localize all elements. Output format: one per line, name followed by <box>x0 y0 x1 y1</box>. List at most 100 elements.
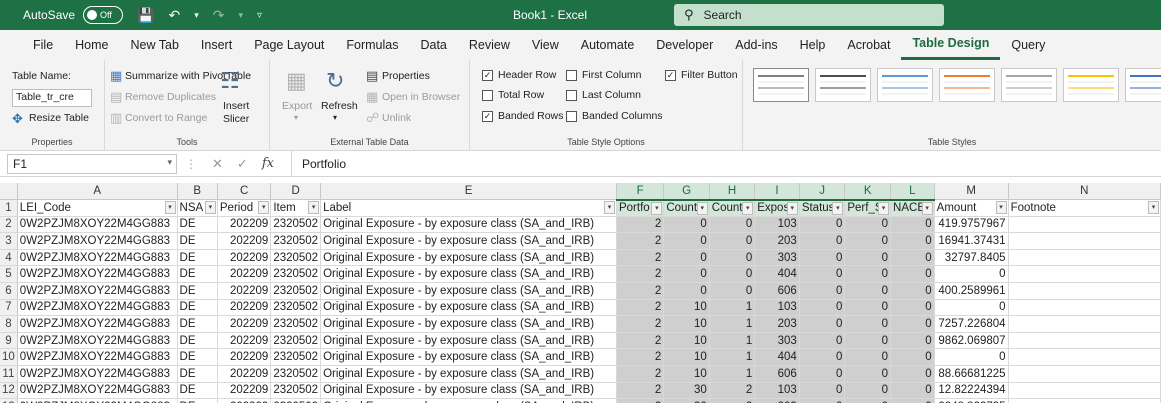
cell[interactable]: 0 <box>844 315 892 333</box>
cell[interactable]: 2 <box>616 398 665 403</box>
tab-new-tab[interactable]: New Tab <box>120 30 190 60</box>
cell[interactable]: Original Exposure - by exposure class (S… <box>320 265 617 284</box>
cell[interactable]: DE <box>177 365 218 383</box>
cell[interactable]: 2 <box>616 232 665 250</box>
cell[interactable] <box>1008 299 1161 317</box>
cell[interactable]: 2320502 <box>270 232 322 250</box>
column-header-e[interactable]: E <box>320 183 617 201</box>
cell[interactable]: 2 <box>616 348 665 367</box>
cell[interactable]: 2 <box>616 249 665 267</box>
cell[interactable]: 0 <box>844 216 892 234</box>
cell[interactable]: DE <box>177 348 218 367</box>
cell[interactable] <box>1008 265 1161 284</box>
cell[interactable]: 0 <box>799 332 846 350</box>
cell[interactable]: 0 <box>799 348 846 367</box>
cell[interactable]: Original Exposure - by exposure class (S… <box>320 299 617 317</box>
cell[interactable]: 9862.069807 <box>934 332 1009 350</box>
cell[interactable]: DE <box>177 282 218 300</box>
cell[interactable]: 0 <box>799 398 846 403</box>
cell[interactable]: 0 <box>799 216 846 234</box>
cell[interactable]: 1 <box>709 299 756 317</box>
first-column-checkbox[interactable] <box>566 70 577 81</box>
select-all-corner[interactable] <box>0 183 18 201</box>
cell[interactable]: 203 <box>754 232 800 250</box>
column-header-g[interactable]: G <box>663 183 710 201</box>
cell[interactable]: 0 <box>890 332 935 350</box>
cell[interactable]: 0 <box>799 315 846 333</box>
table-header-cell[interactable]: Amount ▾ <box>934 199 1009 217</box>
cell[interactable]: 2320502 <box>270 265 322 284</box>
cell[interactable]: 202209 <box>217 299 272 317</box>
cell[interactable]: Original Exposure - by exposure class (S… <box>320 249 617 267</box>
column-header-f[interactable]: F <box>616 183 665 201</box>
name-box[interactable]: F1 ▾ <box>7 153 177 174</box>
cell[interactable]: 2320502 <box>270 216 322 234</box>
cell[interactable]: 0 <box>844 398 892 403</box>
cell[interactable] <box>1008 315 1161 333</box>
save-icon[interactable]: 💾 <box>137 7 154 24</box>
column-header-l[interactable]: L <box>890 183 935 201</box>
cancel-icon[interactable]: ✕ <box>212 156 223 172</box>
cell[interactable]: 0 <box>890 232 935 250</box>
filter-button-checkbox[interactable]: ✓ <box>665 70 676 81</box>
cell[interactable]: 0W2PZJM8XOY22M4GG883 <box>17 382 178 400</box>
row-header[interactable]: 1 <box>0 199 18 217</box>
cell[interactable]: 103 <box>754 299 800 317</box>
cell[interactable]: 10 <box>663 365 710 383</box>
autosave-toggle[interactable]: Off <box>83 6 124 24</box>
header-row-checkbox[interactable]: ✓ <box>482 70 493 81</box>
cell[interactable]: Original Exposure - by exposure class (S… <box>320 332 617 350</box>
filter-dropdown-icon[interactable]: ▾ <box>651 201 663 215</box>
convert-to-range-button[interactable]: Convert to Range <box>125 112 207 124</box>
cell[interactable] <box>1008 216 1161 234</box>
cell[interactable]: 88.66681225 <box>934 365 1009 383</box>
cell[interactable]: 2 <box>616 265 665 284</box>
table-style-swatch[interactable] <box>815 68 871 102</box>
enter-icon[interactable]: ✓ <box>237 156 248 172</box>
cell[interactable]: 419.9757967 <box>934 216 1009 234</box>
cell[interactable]: 0 <box>890 315 935 333</box>
tab-formulas[interactable]: Formulas <box>335 30 409 60</box>
cell[interactable]: DE <box>177 315 218 333</box>
cell[interactable]: 0 <box>844 299 892 317</box>
cell[interactable]: 2320502 <box>270 332 322 350</box>
cell[interactable]: 202209 <box>217 382 272 400</box>
filter-dropdown-icon[interactable]: ▾ <box>696 201 708 215</box>
cell[interactable]: 202209 <box>217 365 272 383</box>
tab-data[interactable]: Data <box>409 30 457 60</box>
cell[interactable]: 202209 <box>217 216 272 234</box>
refresh-dropdown-icon[interactable]: ▾ <box>333 113 337 122</box>
cell[interactable]: 0W2PZJM8XOY22M4GG883 <box>17 249 178 267</box>
cell[interactable]: 2320502 <box>270 282 322 300</box>
cell[interactable]: 0 <box>844 249 892 267</box>
cell[interactable]: 10 <box>663 299 710 317</box>
cell[interactable]: 0 <box>844 265 892 284</box>
cell[interactable]: 0 <box>663 249 710 267</box>
filter-dropdown-icon[interactable]: ▾ <box>878 201 890 215</box>
cell[interactable]: 16941.37431 <box>934 232 1009 250</box>
column-header-k[interactable]: K <box>844 183 892 201</box>
cell[interactable]: 0 <box>709 232 756 250</box>
cell[interactable]: 0 <box>709 265 756 284</box>
cell[interactable]: 2 <box>616 216 665 234</box>
table-header-cell[interactable]: Item ▾ <box>270 199 322 217</box>
cell[interactable]: 0W2PZJM8XOY22M4GG883 <box>17 282 178 300</box>
cell[interactable]: 202209 <box>217 282 272 300</box>
cell[interactable]: 0 <box>844 332 892 350</box>
cell[interactable]: Original Exposure - by exposure class (S… <box>320 282 617 300</box>
cell[interactable]: 0 <box>709 216 756 234</box>
filter-dropdown-icon[interactable]: ▾ <box>603 201 615 215</box>
cell[interactable]: 0 <box>890 365 935 383</box>
banded-columns-checkbox[interactable] <box>566 111 577 122</box>
row-header[interactable]: 4 <box>0 249 18 267</box>
cell[interactable]: 2320502 <box>270 365 322 383</box>
cell[interactable]: 202209 <box>217 265 272 284</box>
row-header[interactable]: 12 <box>0 382 18 400</box>
tab-home[interactable]: Home <box>64 30 119 60</box>
cell[interactable]: DE <box>177 382 218 400</box>
filter-dropdown-icon[interactable]: ▾ <box>995 201 1007 215</box>
filter-dropdown-icon[interactable]: ▾ <box>832 201 844 215</box>
insert-function-icon[interactable]: fx <box>262 156 274 171</box>
cell[interactable]: 0 <box>890 299 935 317</box>
cell[interactable]: 0 <box>799 249 846 267</box>
